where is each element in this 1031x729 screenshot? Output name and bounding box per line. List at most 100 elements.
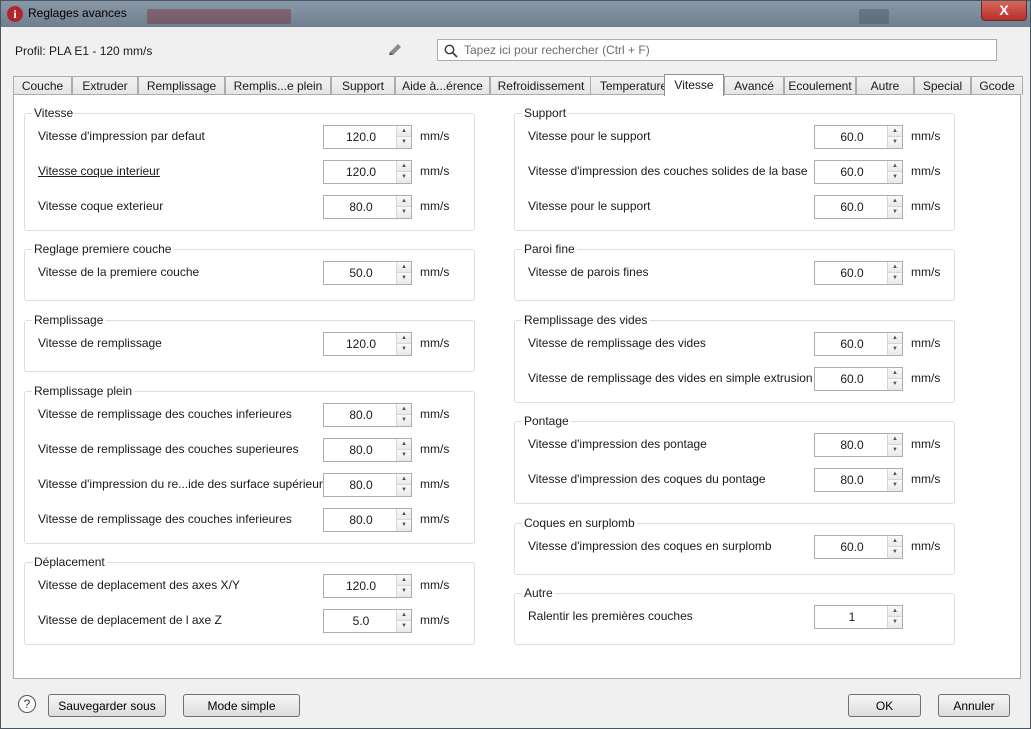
save-as-button[interactable]: Sauvegarder sous: [48, 694, 166, 717]
spin-up-icon[interactable]: ▲: [397, 610, 411, 621]
spin-down-icon[interactable]: ▼: [888, 172, 902, 183]
spinbox-value[interactable]: 80.0: [815, 434, 889, 456]
spin-up-icon[interactable]: ▲: [397, 404, 411, 415]
spin-down-icon[interactable]: ▼: [397, 273, 411, 284]
spin-up-icon[interactable]: ▲: [397, 509, 411, 520]
spinbox-value[interactable]: 60.0: [815, 536, 889, 558]
tab-1[interactable]: Couche: [13, 76, 72, 95]
spin-down-icon[interactable]: ▼: [888, 273, 902, 284]
spinbox-value[interactable]: 60.0: [815, 262, 889, 284]
spin-up-icon[interactable]: ▲: [888, 368, 902, 379]
spin-up-icon[interactable]: ▲: [397, 333, 411, 344]
spin-down-icon[interactable]: ▼: [888, 137, 902, 148]
spinbox-value[interactable]: 60.0: [815, 126, 889, 148]
spin-up-icon[interactable]: ▲: [888, 262, 902, 273]
spin-down-icon[interactable]: ▼: [888, 445, 902, 456]
tab-7[interactable]: Refroidissement: [490, 76, 592, 95]
spin-up-icon[interactable]: ▲: [397, 126, 411, 137]
tab-4[interactable]: Remplis...e plein: [225, 76, 331, 95]
spinbox-value[interactable]: 1: [815, 606, 889, 628]
value-spinbox[interactable]: 120.0 ▲ ▼: [323, 160, 412, 184]
value-spinbox[interactable]: 60.0 ▲ ▼: [814, 332, 903, 356]
spin-down-icon[interactable]: ▼: [397, 344, 411, 355]
spinbox-value[interactable]: 60.0: [815, 368, 889, 390]
tab-10[interactable]: Avancé: [724, 76, 784, 95]
spinbox-value[interactable]: 120.0: [324, 161, 398, 183]
search-input[interactable]: [464, 42, 984, 58]
value-spinbox[interactable]: 120.0 ▲ ▼: [323, 574, 412, 598]
value-spinbox[interactable]: 60.0 ▲ ▼: [814, 367, 903, 391]
tab-12[interactable]: Autre: [856, 76, 914, 95]
spin-up-icon[interactable]: ▲: [397, 196, 411, 207]
value-spinbox[interactable]: 5.0 ▲ ▼: [323, 609, 412, 633]
spin-up-icon[interactable]: ▲: [888, 469, 902, 480]
spin-down-icon[interactable]: ▼: [397, 450, 411, 461]
spin-down-icon[interactable]: ▼: [888, 344, 902, 355]
spin-down-icon[interactable]: ▼: [397, 207, 411, 218]
value-spinbox[interactable]: 60.0 ▲ ▼: [814, 125, 903, 149]
setting-label[interactable]: Vitesse coque interieur: [38, 164, 160, 178]
title-bar[interactable]: i Reglages avances X: [1, 1, 1030, 27]
spinbox-value[interactable]: 80.0: [324, 439, 398, 461]
value-spinbox[interactable]: 1 ▲ ▼: [814, 605, 903, 629]
spinbox-value[interactable]: 80.0: [815, 469, 889, 491]
spinbox-value[interactable]: 80.0: [324, 509, 398, 531]
value-spinbox[interactable]: 120.0 ▲ ▼: [323, 125, 412, 149]
tab-13[interactable]: Special: [914, 76, 971, 95]
value-spinbox[interactable]: 120.0 ▲ ▼: [323, 332, 412, 356]
spin-up-icon[interactable]: ▲: [397, 474, 411, 485]
spin-up-icon[interactable]: ▲: [888, 536, 902, 547]
spin-down-icon[interactable]: ▼: [397, 485, 411, 496]
value-spinbox[interactable]: 60.0 ▲ ▼: [814, 195, 903, 219]
value-spinbox[interactable]: 80.0 ▲ ▼: [323, 473, 412, 497]
search-box[interactable]: [437, 39, 997, 61]
help-icon[interactable]: ?: [18, 695, 36, 713]
spin-up-icon[interactable]: ▲: [888, 161, 902, 172]
spin-up-icon[interactable]: ▲: [888, 333, 902, 344]
tab-14[interactable]: Gcode: [971, 76, 1023, 95]
value-spinbox[interactable]: 80.0 ▲ ▼: [323, 508, 412, 532]
close-button[interactable]: X: [981, 1, 1027, 21]
spinbox-value[interactable]: 50.0: [324, 262, 398, 284]
tab-6[interactable]: Aide à...érence: [395, 76, 490, 95]
spin-up-icon[interactable]: ▲: [397, 262, 411, 273]
value-spinbox[interactable]: 80.0 ▲ ▼: [323, 438, 412, 462]
spin-up-icon[interactable]: ▲: [888, 196, 902, 207]
spin-up-icon[interactable]: ▲: [888, 606, 902, 617]
spin-up-icon[interactable]: ▲: [397, 575, 411, 586]
spinbox-value[interactable]: 80.0: [324, 474, 398, 496]
spin-down-icon[interactable]: ▼: [397, 415, 411, 426]
pencil-icon[interactable]: [386, 42, 404, 58]
tab-9[interactable]: Vitesse: [664, 74, 724, 96]
tab-5[interactable]: Support: [331, 76, 395, 95]
spinbox-value[interactable]: 60.0: [815, 161, 889, 183]
value-spinbox[interactable]: 60.0 ▲ ▼: [814, 535, 903, 559]
value-spinbox[interactable]: 60.0 ▲ ▼: [814, 261, 903, 285]
tab-3[interactable]: Remplissage: [138, 76, 225, 95]
spin-down-icon[interactable]: ▼: [888, 547, 902, 558]
value-spinbox[interactable]: 60.0 ▲ ▼: [814, 160, 903, 184]
spinbox-value[interactable]: 120.0: [324, 126, 398, 148]
spin-up-icon[interactable]: ▲: [397, 439, 411, 450]
spin-down-icon[interactable]: ▼: [397, 520, 411, 531]
spin-up-icon[interactable]: ▲: [888, 126, 902, 137]
tab-11[interactable]: Ecoulement: [784, 76, 856, 95]
spin-down-icon[interactable]: ▼: [397, 172, 411, 183]
tab-2[interactable]: Extruder: [72, 76, 138, 95]
spinbox-value[interactable]: 80.0: [324, 196, 398, 218]
ok-button[interactable]: OK: [848, 694, 921, 717]
spin-up-icon[interactable]: ▲: [397, 161, 411, 172]
spin-down-icon[interactable]: ▼: [888, 207, 902, 218]
value-spinbox[interactable]: 80.0 ▲ ▼: [814, 433, 903, 457]
spinbox-value[interactable]: 80.0: [324, 404, 398, 426]
value-spinbox[interactable]: 80.0 ▲ ▼: [323, 195, 412, 219]
spinbox-value[interactable]: 5.0: [324, 610, 398, 632]
cancel-button[interactable]: Annuler: [938, 694, 1010, 717]
spin-down-icon[interactable]: ▼: [397, 621, 411, 632]
spin-down-icon[interactable]: ▼: [397, 586, 411, 597]
value-spinbox[interactable]: 50.0 ▲ ▼: [323, 261, 412, 285]
spinbox-value[interactable]: 120.0: [324, 333, 398, 355]
spin-down-icon[interactable]: ▼: [397, 137, 411, 148]
spinbox-value[interactable]: 60.0: [815, 196, 889, 218]
spin-down-icon[interactable]: ▼: [888, 379, 902, 390]
